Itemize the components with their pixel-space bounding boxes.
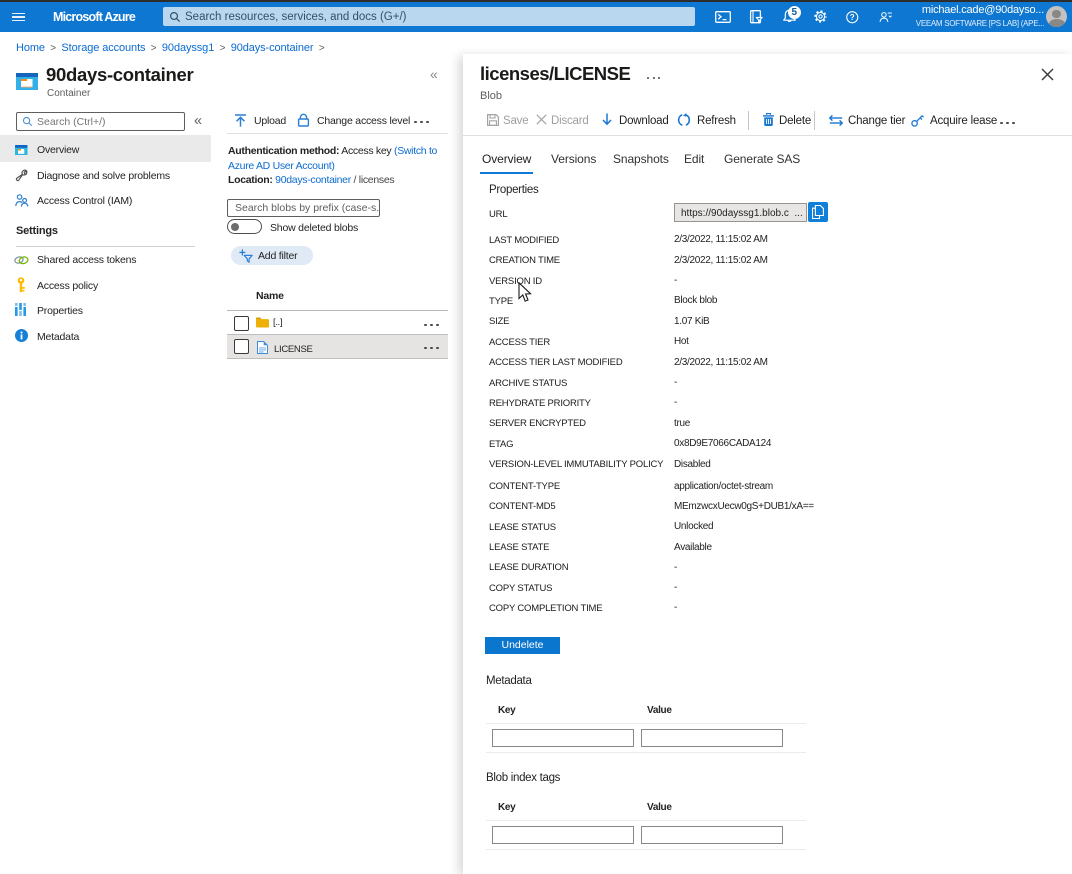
svg-text:?: ? bbox=[850, 13, 855, 22]
